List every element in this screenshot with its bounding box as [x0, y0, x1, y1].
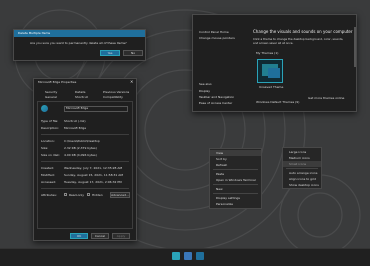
delete-dialog: Delete Multiple Items Are you sure you w…: [13, 29, 146, 61]
menu-label: New: [216, 187, 223, 191]
tab-compatibility[interactable]: Compatibility: [103, 96, 123, 99]
menu-item-new[interactable]: New: [210, 186, 261, 192]
menu-label: Align icons to grid: [289, 177, 317, 181]
menu-label: Personalize: [216, 202, 234, 206]
attributes-label: Attributes:: [41, 193, 57, 197]
tab-security[interactable]: Security: [45, 91, 57, 94]
properties-title: Microsoft Edge Properties: [38, 80, 77, 84]
display-link[interactable]: Display: [199, 90, 210, 93]
size-on-disk-label: Size on disk:: [41, 153, 60, 157]
menu-item-refresh[interactable]: Refresh: [210, 162, 261, 168]
close-icon[interactable]: ✕: [130, 80, 133, 84]
menu-separator: [286, 168, 318, 169]
default-themes-heading: Windows Default Themes (9): [256, 100, 300, 104]
page-subheading: Click a theme to change the desktop back…: [253, 37, 344, 45]
menu-label: View: [216, 151, 224, 155]
size-value: 2.32 KB (2,379 bytes): [64, 146, 97, 150]
location-label: Location:: [41, 139, 55, 143]
menu-label: Paste: [216, 172, 225, 176]
divider: [41, 161, 129, 162]
file-explorer-icon[interactable]: [184, 252, 192, 260]
created-label: Created:: [41, 166, 54, 170]
no-button[interactable]: No: [123, 50, 143, 56]
tab-previous-versions[interactable]: Previous Versions: [103, 91, 129, 94]
menu-label: Refresh: [216, 163, 228, 167]
cancel-button[interactable]: Cancel: [91, 233, 109, 239]
advanced-button[interactable]: Advanced...: [110, 192, 130, 198]
dialog-message: Are you sure you want to permanently del…: [30, 41, 127, 45]
scrollbar[interactable]: [354, 27, 356, 67]
cp-home-link[interactable]: Control Panel Home: [199, 31, 229, 34]
properties-window: Microsoft Edge Properties ✕ Security Det…: [33, 78, 137, 241]
my-themes-heading: My Themes (1): [256, 51, 279, 55]
menu-label: Small icons: [289, 162, 307, 166]
unsaved-theme-tile[interactable]: [257, 59, 283, 83]
menu-label: Auto arrange icons: [289, 171, 318, 175]
description-value: Microsoft Edge: [64, 126, 87, 130]
tab-general[interactable]: General: [45, 96, 57, 99]
dialog-title: Delete Multiple Items: [18, 31, 51, 35]
menu-item-open-terminal[interactable]: Open in Windows Terminal: [210, 177, 261, 183]
general-tab-panel: Microsoft Edge Type of file: Shortcut (.…: [37, 101, 133, 229]
menu-item-personalize[interactable]: Personalize: [210, 201, 261, 207]
yes-button[interactable]: Yes: [100, 50, 120, 56]
name-value: Microsoft Edge: [66, 106, 89, 110]
tab-details[interactable]: Details: [75, 91, 85, 94]
menu-label: Show desktop icons: [289, 183, 319, 187]
submenu-show-desktop-icons[interactable]: Show desktop icons: [283, 182, 321, 188]
readonly-checkbox[interactable]: [64, 193, 67, 196]
accessed-value: Tuesday, August 17, 2021, 2:06:32 PM: [64, 180, 122, 184]
menu-separator: [213, 193, 258, 194]
menu-label: Large icons: [289, 150, 307, 154]
mouse-pointers-link[interactable]: Change mouse pointers: [199, 37, 235, 40]
modified-value: Sunday, August 15, 2021, 11:58:31 AM: [64, 173, 123, 177]
see-also-heading: See also: [199, 82, 212, 86]
theme-label: Unsaved Theme: [259, 85, 284, 89]
desktop: Delete Multiple Items Are you sure you w…: [0, 0, 370, 266]
ok-button[interactable]: OK: [70, 233, 88, 239]
accessed-label: Accessed:: [41, 180, 57, 184]
location-value: C:\Users\Public\Desktop: [64, 139, 100, 143]
context-menu: View Sort by Refresh Paste Open in Windo…: [209, 148, 262, 209]
menu-label: Sort by: [216, 157, 227, 161]
edge-taskbar-icon[interactable]: [196, 252, 204, 260]
get-more-themes-link[interactable]: Get more themes online: [308, 97, 344, 100]
description-label: Description:: [41, 126, 60, 130]
menu-separator: [213, 184, 258, 185]
tab-shortcut[interactable]: Shortcut: [75, 96, 88, 99]
menu-separator: [213, 169, 258, 170]
size-on-disk-value: 4.00 KB (4,096 bytes): [64, 153, 97, 157]
hidden-checkbox[interactable]: [87, 193, 90, 196]
page-heading: Change the visuals and sounds on your co…: [253, 29, 353, 34]
personalization-window: Control Panel Home Change mouse pointers…: [192, 14, 357, 112]
divider: [41, 188, 129, 189]
type-label: Type of file:: [41, 119, 59, 123]
ease-of-access-link[interactable]: Ease of Access Center: [199, 102, 232, 105]
divider: [41, 134, 129, 135]
start-icon[interactable]: [172, 252, 180, 260]
menu-label: Display settings: [216, 196, 240, 200]
type-value: Shortcut (.lnk): [64, 119, 86, 123]
menu-label: Open in Windows Terminal: [216, 178, 256, 182]
menu-label: Medium icons: [289, 156, 310, 160]
apply-button[interactable]: Apply: [112, 233, 130, 239]
readonly-label: Read-only: [69, 193, 85, 197]
edge-icon: [41, 105, 48, 112]
taskbar-link[interactable]: Taskbar and Navigation: [199, 96, 234, 99]
view-submenu: Large icons Medium icons Small icons Aut…: [282, 147, 322, 189]
size-label: Size:: [41, 146, 49, 150]
created-value: Wednesday, July 7, 2021, 12:35:28 AM: [64, 166, 123, 170]
modified-label: Modified:: [41, 173, 55, 177]
hidden-label: Hidden: [92, 193, 103, 197]
submenu-small-icons[interactable]: Small icons: [283, 161, 321, 167]
